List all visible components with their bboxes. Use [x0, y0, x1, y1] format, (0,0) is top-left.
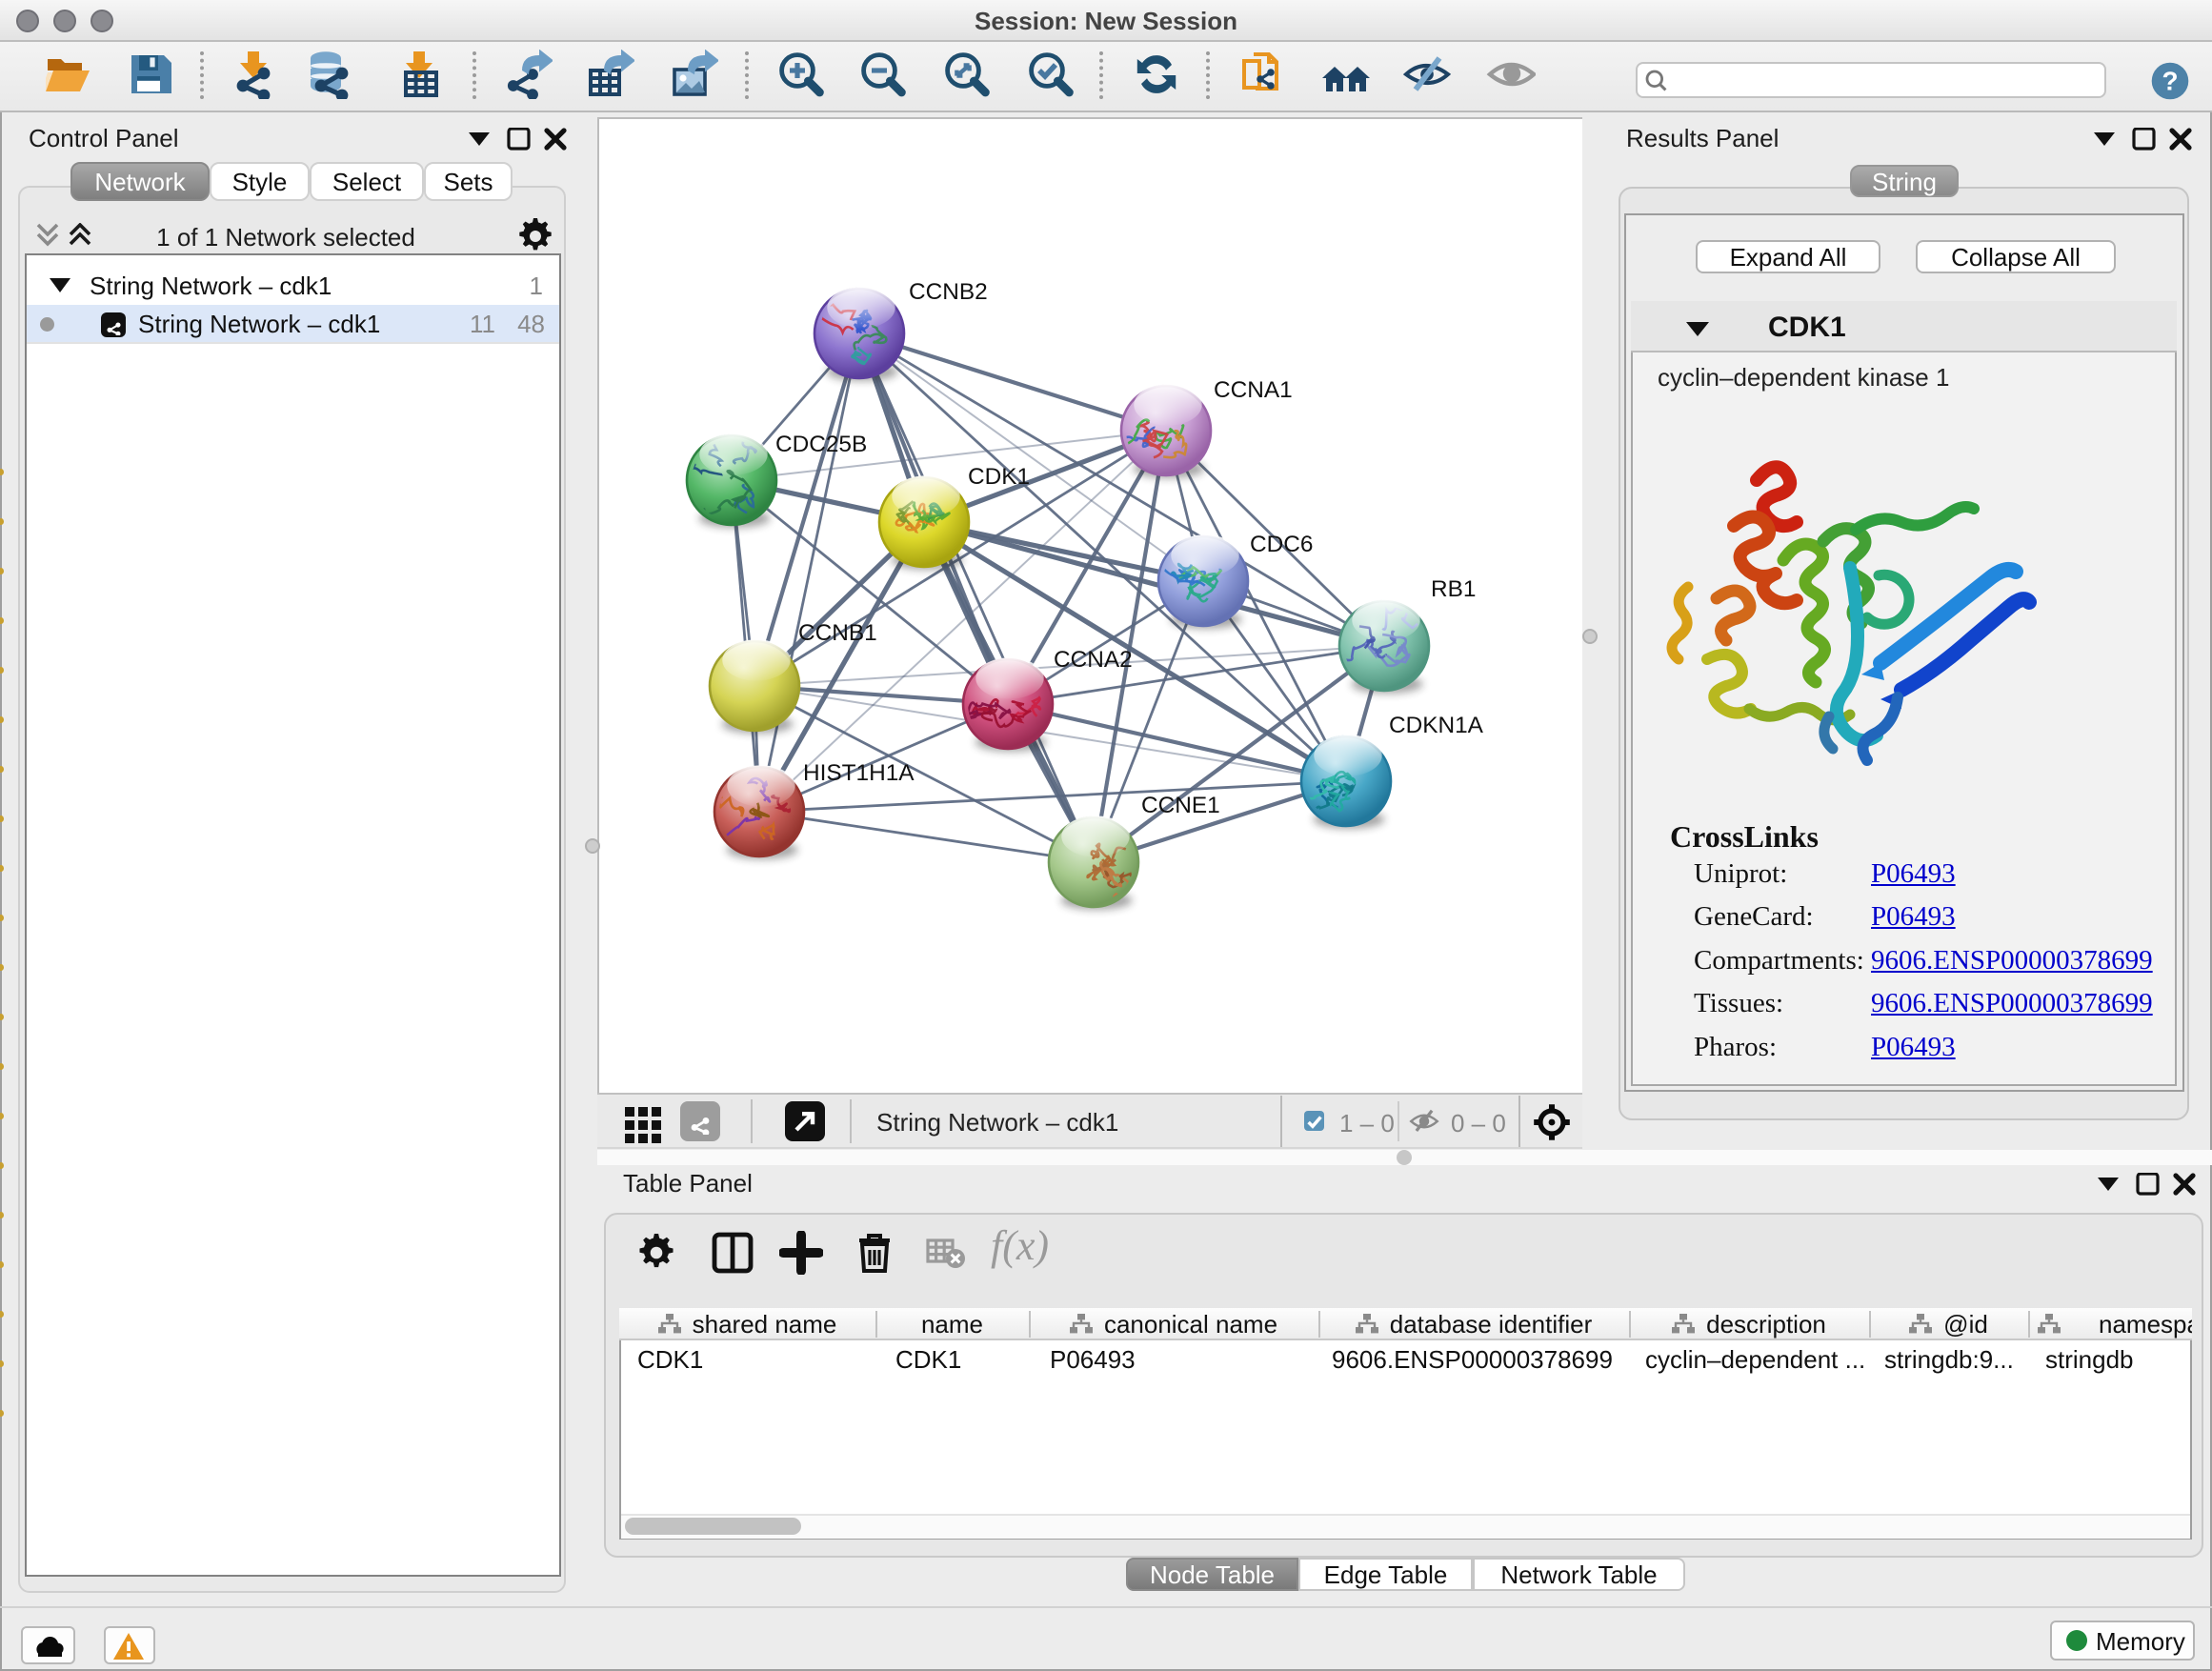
svg-text:HIST1H1A: HIST1H1A: [803, 760, 915, 786]
svg-text:?: ?: [2162, 66, 2178, 95]
svg-text:CCNA1: CCNA1: [1214, 377, 1293, 403]
svg-text:CCNB2: CCNB2: [909, 279, 988, 305]
svg-text:CCNE1: CCNE1: [1141, 793, 1220, 818]
svg-text:CCNA2: CCNA2: [1054, 647, 1133, 673]
svg-text:CDC6: CDC6: [1250, 532, 1313, 557]
svg-text:CDK1: CDK1: [968, 464, 1030, 490]
svg-text:CCNB1: CCNB1: [798, 620, 877, 646]
svg-text:CDKN1A: CDKN1A: [1389, 713, 1484, 738]
svg-text:RB1: RB1: [1431, 576, 1476, 602]
svg-text:CDC25B: CDC25B: [775, 432, 867, 457]
